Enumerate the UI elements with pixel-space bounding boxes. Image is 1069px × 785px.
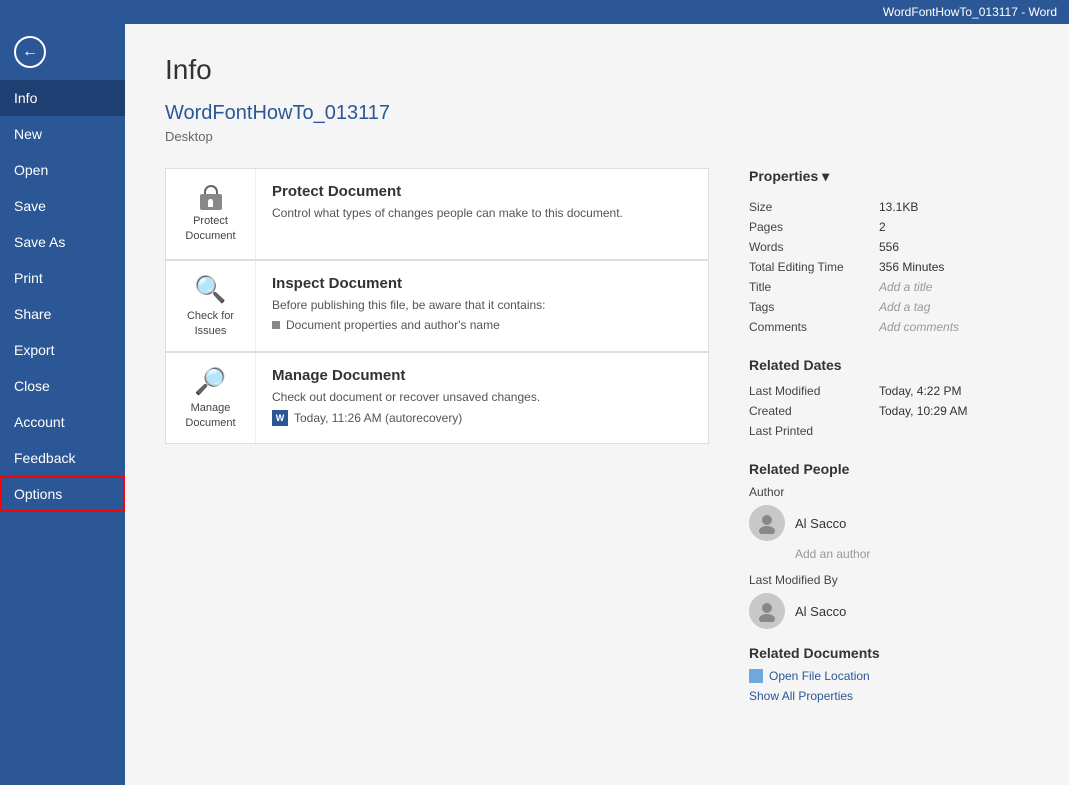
doc-location: Desktop (165, 129, 1029, 144)
date-value: Today, 4:22 PM (879, 381, 1029, 401)
sidebar-item-info[interactable]: Info (0, 80, 125, 116)
related-people-header: Related People (749, 461, 1029, 477)
title-bar-text: WordFontHowTo_013117 - Word (883, 5, 1057, 19)
date-label: Last Modified (749, 381, 879, 401)
card-list-item: Document properties and author's name (272, 318, 692, 332)
property-row: Words 556 (749, 237, 1029, 257)
main-content: Info WordFontHowTo_013117 Desktop Protec… (125, 24, 1069, 785)
card-title-manage: Manage Document (272, 367, 692, 384)
date-value (879, 421, 1029, 441)
prop-value[interactable]: Add a title (879, 277, 1029, 297)
card-desc-protect: Control what types of changes people can… (272, 206, 692, 220)
prop-label: Title (749, 277, 879, 297)
last-modified-by-row: Al Sacco (749, 593, 1029, 629)
sidebar-item-options[interactable]: Options (0, 476, 125, 512)
open-file-location-text: Open File Location (769, 669, 870, 683)
prop-value: 13.1KB (879, 197, 1029, 217)
prop-label: Total Editing Time (749, 257, 879, 277)
prop-label: Comments (749, 317, 879, 337)
sidebar-item-open[interactable]: Open (0, 152, 125, 188)
related-dates-header: Related Dates (749, 357, 1029, 373)
property-row: Tags Add a tag (749, 297, 1029, 317)
file-icon (749, 669, 763, 683)
sidebar-item-feedback[interactable]: Feedback (0, 440, 125, 476)
card-icon-box-inspect: 🔍 Check for Issues (166, 261, 256, 351)
card-content-manage: Manage Document Check out document or rec… (256, 353, 708, 440)
property-row: Comments Add comments (749, 317, 1029, 337)
prop-value: 356 Minutes (879, 257, 1029, 277)
properties-table: Size 13.1KB Pages 2 Words 556 Total Edit… (749, 197, 1029, 337)
last-modified-name: Al Sacco (795, 604, 846, 619)
last-modified-avatar (749, 593, 785, 629)
card-desc-manage: Check out document or recover unsaved ch… (272, 390, 692, 404)
card-manage[interactable]: 🔎 Manage Document Manage Document Check o… (165, 352, 709, 444)
card-content-inspect: Inspect Document Before publishing this f… (256, 261, 708, 346)
sidebar-item-save-as[interactable]: Save As (0, 224, 125, 260)
card-icon-box-protect: Protect Document (166, 169, 256, 259)
date-value: Today, 10:29 AM (879, 401, 1029, 421)
autorecovery-item: W Today, 11:26 AM (autorecovery) (272, 410, 692, 426)
add-author[interactable]: Add an author (795, 547, 1029, 561)
prop-label: Words (749, 237, 879, 257)
sidebar-item-print[interactable]: Print (0, 260, 125, 296)
card-desc-inspect: Before publishing this file, be aware th… (272, 298, 692, 312)
sidebar-item-new[interactable]: New (0, 116, 125, 152)
prop-value[interactable]: Add a tag (879, 297, 1029, 317)
open-file-location-link[interactable]: Open File Location (749, 669, 1029, 683)
sidebar-item-share[interactable]: Share (0, 296, 125, 332)
people-section: Author Al Sacco Add an author Last Modif… (749, 485, 1029, 629)
property-row: Size 13.1KB (749, 197, 1029, 217)
list-item-text: Document properties and author's name (286, 318, 500, 332)
properties-panel: Properties ▾ Size 13.1KB Pages 2 Words 5… (749, 168, 1029, 711)
author-label: Author (749, 485, 1029, 499)
bullet-icon (272, 321, 280, 329)
sidebar-item-account[interactable]: Account (0, 404, 125, 440)
property-row: Total Editing Time 356 Minutes (749, 257, 1029, 277)
back-icon: ← (14, 36, 46, 68)
related-docs-header: Related Documents (749, 645, 1029, 661)
last-modified-by-label: Last Modified By (749, 573, 1029, 587)
properties-header[interactable]: Properties ▾ (749, 168, 1029, 185)
prop-label: Size (749, 197, 879, 217)
prop-label: Tags (749, 297, 879, 317)
sidebar-item-save[interactable]: Save (0, 188, 125, 224)
card-title-protect: Protect Document (272, 183, 692, 200)
cards-column: Protect Document Protect Document Control… (165, 168, 709, 711)
card-inspect[interactable]: 🔍 Check for Issues Inspect Document Befor… (165, 260, 709, 352)
related-docs: Open File Location Show All Properties (749, 669, 1029, 703)
date-row: Created Today, 10:29 AM (749, 401, 1029, 421)
date-row: Last Printed (749, 421, 1029, 441)
prop-value: 2 (879, 217, 1029, 237)
card-content-protect: Protect Document Control what types of ch… (256, 169, 708, 240)
prop-value[interactable]: Add comments (879, 317, 1029, 337)
author-row: Al Sacco (749, 505, 1029, 541)
sidebar-item-export[interactable]: Export (0, 332, 125, 368)
related-dates-table: Last Modified Today, 4:22 PM Created Tod… (749, 381, 1029, 441)
show-all-properties-link[interactable]: Show All Properties (749, 689, 1029, 703)
card-title-inspect: Inspect Document (272, 275, 692, 292)
prop-label: Pages (749, 217, 879, 237)
property-row: Title Add a title (749, 277, 1029, 297)
date-row: Last Modified Today, 4:22 PM (749, 381, 1029, 401)
back-button[interactable]: ← (0, 24, 125, 80)
prop-value: 556 (879, 237, 1029, 257)
card-icon-box-manage: 🔎 Manage Document (166, 353, 256, 443)
author-name: Al Sacco (795, 516, 846, 531)
sidebar: ← InfoNewOpenSaveSave AsPrintShareExport… (0, 24, 125, 785)
word-icon: W (272, 410, 288, 426)
date-label: Last Printed (749, 421, 879, 441)
author-avatar (749, 505, 785, 541)
page-title: Info (165, 54, 1029, 86)
doc-title: WordFontHowTo_013117 (165, 102, 1029, 125)
date-label: Created (749, 401, 879, 421)
sidebar-item-close[interactable]: Close (0, 368, 125, 404)
autorecovery-text: Today, 11:26 AM (autorecovery) (294, 411, 462, 425)
property-row: Pages 2 (749, 217, 1029, 237)
card-protect[interactable]: Protect Document Protect Document Control… (165, 168, 709, 260)
